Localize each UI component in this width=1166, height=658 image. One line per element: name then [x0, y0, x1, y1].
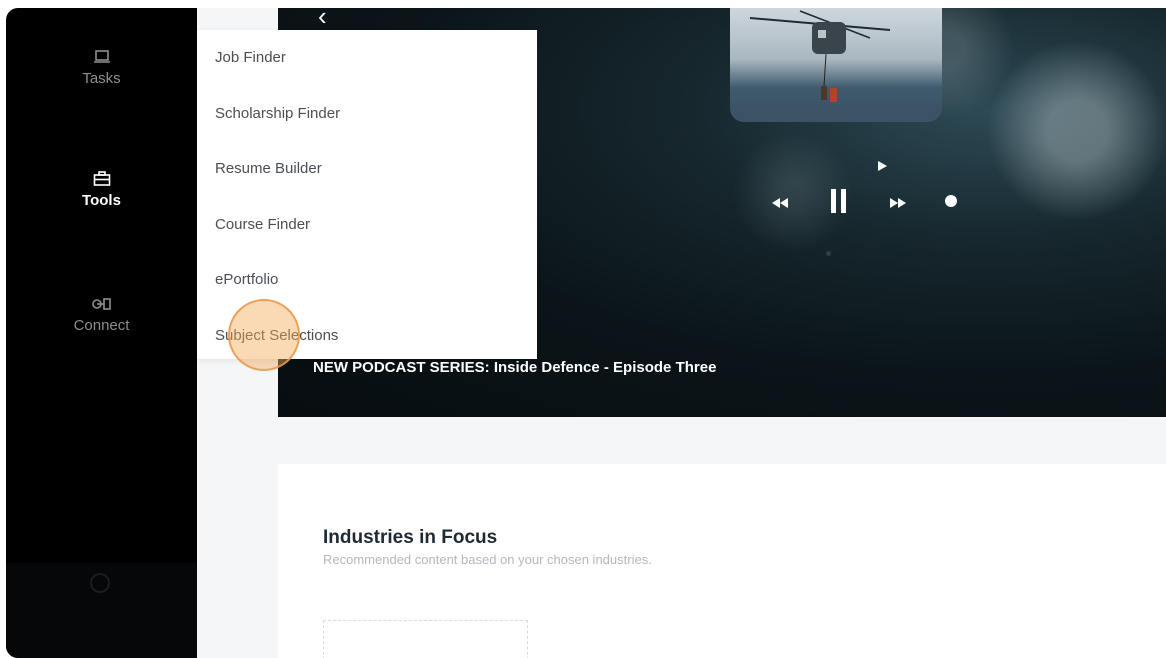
sidebar-item-label: Connect [73, 317, 130, 334]
menu-item-course-finder[interactable]: Course Finder [215, 216, 310, 233]
content-placeholder [323, 620, 528, 658]
sidebar-item-connect[interactable]: Connect [6, 295, 197, 334]
menu-item-resume-builder[interactable]: Resume Builder [215, 160, 322, 177]
sidebar: Tasks Tools Connect [6, 8, 197, 658]
help-icon[interactable] [90, 573, 110, 593]
app-window: Tasks Tools Connect ‹ NEW PODCAST SERIES… [6, 8, 1166, 658]
connect-icon [91, 298, 111, 310]
industries-card: Industries in Focus Recommended content … [278, 464, 1166, 658]
helicopter-image [730, 10, 942, 122]
back-chevron-icon[interactable]: ‹ [318, 8, 334, 29]
helicopter-thumbnail [730, 8, 942, 122]
video-caption[interactable]: NEW PODCAST SERIES: Inside Defence - Epi… [313, 359, 716, 376]
briefcase-icon [93, 171, 110, 186]
fast-forward-icon[interactable] [888, 196, 908, 210]
rewind-icon[interactable] [770, 196, 790, 210]
section-subtitle: Recommended content based on your chosen… [323, 552, 652, 567]
pause-icon[interactable] [829, 188, 849, 214]
sidebar-item-tasks[interactable]: Tasks [6, 48, 197, 87]
sidebar-item-label: Tasks [82, 70, 121, 87]
menu-item-eportfolio[interactable]: ePortfolio [215, 271, 278, 288]
play-small-icon[interactable] [876, 160, 888, 172]
tools-dropdown-menu: Job Finder Scholarship Finder Resume Bui… [197, 30, 537, 359]
menu-item-job-finder[interactable]: Job Finder [215, 49, 286, 66]
menu-item-scholarship-finder[interactable]: Scholarship Finder [215, 105, 340, 122]
record-dot-icon[interactable] [944, 194, 958, 208]
sidebar-item-tools[interactable]: Tools [6, 170, 197, 209]
sidebar-item-label: Tools [82, 192, 121, 209]
laptop-icon [93, 50, 110, 63]
menu-item-subject-selections[interactable]: Subject Selections [215, 327, 338, 344]
section-title: Industries in Focus [323, 527, 498, 548]
